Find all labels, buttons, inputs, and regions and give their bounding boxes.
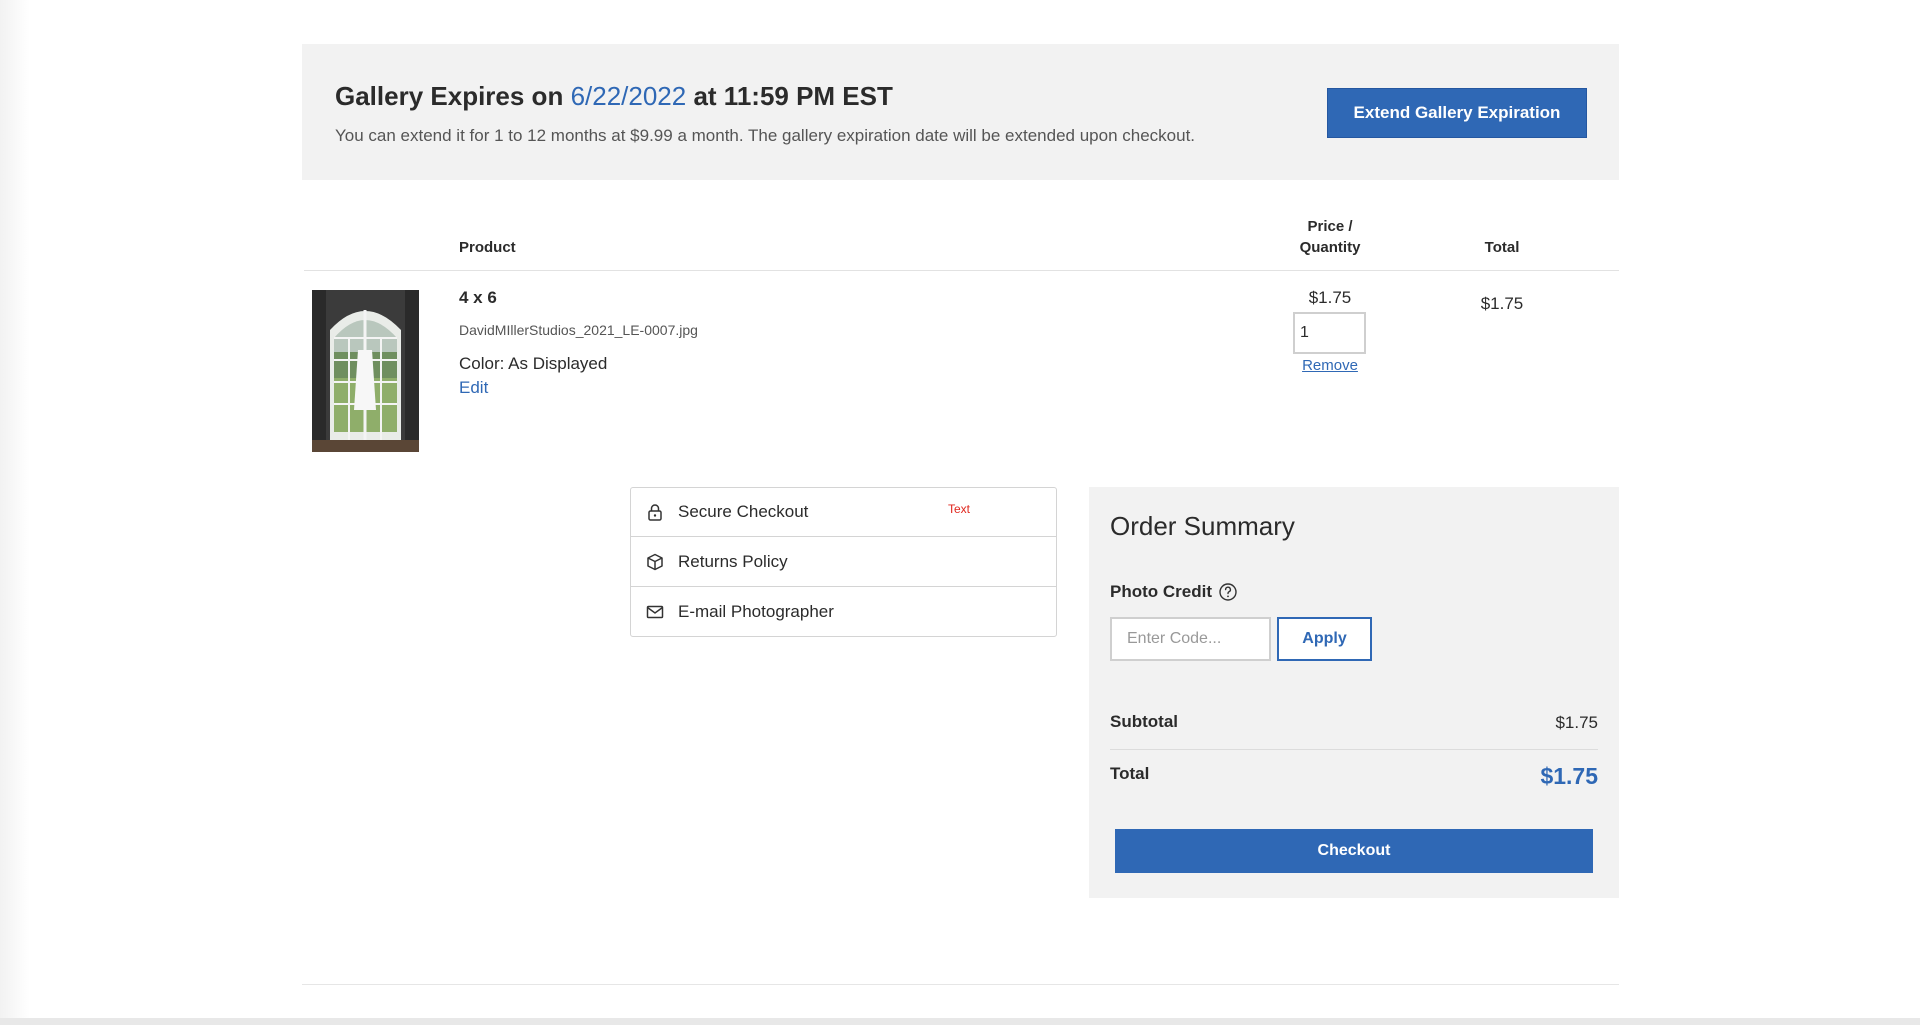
question-circle-icon[interactable] (1218, 582, 1238, 602)
total-column-header: Total (1484, 239, 1520, 256)
expiration-date: 6/22/2022 (570, 81, 687, 111)
checkout-button[interactable]: Checkout (1115, 829, 1593, 873)
door-photo-image (312, 290, 419, 452)
left-edge-shade (0, 0, 30, 1025)
product-name: 4 x 6 (459, 288, 497, 307)
unit-price: $1.75 (1308, 288, 1352, 307)
photo-credit-code-input[interactable] (1110, 617, 1271, 661)
info-link-label: Secure Checkout (678, 502, 809, 521)
order-summary-title: Order Summary (1110, 511, 1295, 541)
line-total: $1.75 (1480, 294, 1524, 313)
gallery-expiration-subtitle: You can extend it for 1 to 12 months at … (335, 126, 1196, 145)
quantity-input[interactable] (1293, 312, 1366, 354)
product-thumbnail[interactable] (312, 290, 419, 452)
extend-gallery-expiration-button[interactable]: Extend Gallery Expiration (1327, 88, 1587, 138)
edit-item-link[interactable]: Edit (459, 378, 488, 398)
subtotal-value: $1.75 (1555, 713, 1598, 732)
apply-code-button[interactable]: Apply (1277, 617, 1372, 661)
title-prefix: Gallery Expires on (335, 81, 571, 111)
summary-divider (1110, 749, 1598, 750)
checkout-info-links: Secure Checkout Text Returns Policy E-ma… (630, 487, 1057, 637)
photo-credit-label: Photo Credit (1110, 582, 1212, 601)
price-header-line1: Price / (1307, 218, 1353, 235)
product-column-header: Product (459, 239, 516, 256)
box-icon (647, 553, 663, 571)
remove-item-link[interactable]: Remove (1278, 357, 1382, 374)
info-link-secure-checkout[interactable]: Secure Checkout Text (631, 488, 1056, 537)
title-suffix: at 11:59 PM EST (686, 81, 893, 111)
total-label: Total (1110, 764, 1150, 783)
subtotal-label: Subtotal (1110, 712, 1178, 731)
mail-icon (646, 605, 664, 619)
price-quantity-column-header: Price / Quantity (1278, 216, 1382, 258)
price-header-line2: Quantity (1299, 239, 1361, 256)
product-option: Color: As Displayed (459, 354, 608, 373)
text-tag: Text (948, 502, 971, 516)
info-link-email-photographer[interactable]: E-mail Photographer (631, 588, 1056, 637)
cart-page: Gallery Expires on 6/22/2022 at 11:59 PM… (0, 0, 1920, 1025)
gallery-expiration-banner: Gallery Expires on 6/22/2022 at 11:59 PM… (302, 44, 1619, 180)
footer-divider (302, 984, 1619, 985)
total-value: $1.75 (1540, 763, 1598, 789)
info-link-label: Returns Policy (678, 552, 788, 571)
bottom-scroll-edge (0, 1018, 1920, 1025)
table-header-divider (304, 270, 1619, 271)
info-link-returns-policy[interactable]: Returns Policy (631, 538, 1056, 587)
product-filename: DavidMIllerStudios_2021_LE-0007.jpg (459, 322, 698, 338)
gallery-expiration-title: Gallery Expires on 6/22/2022 at 11:59 PM… (335, 81, 893, 112)
info-link-label: E-mail Photographer (678, 602, 834, 621)
lock-icon (648, 504, 662, 521)
order-summary-panel: Order Summary Photo Credit Apply Subtota… (1089, 487, 1619, 898)
